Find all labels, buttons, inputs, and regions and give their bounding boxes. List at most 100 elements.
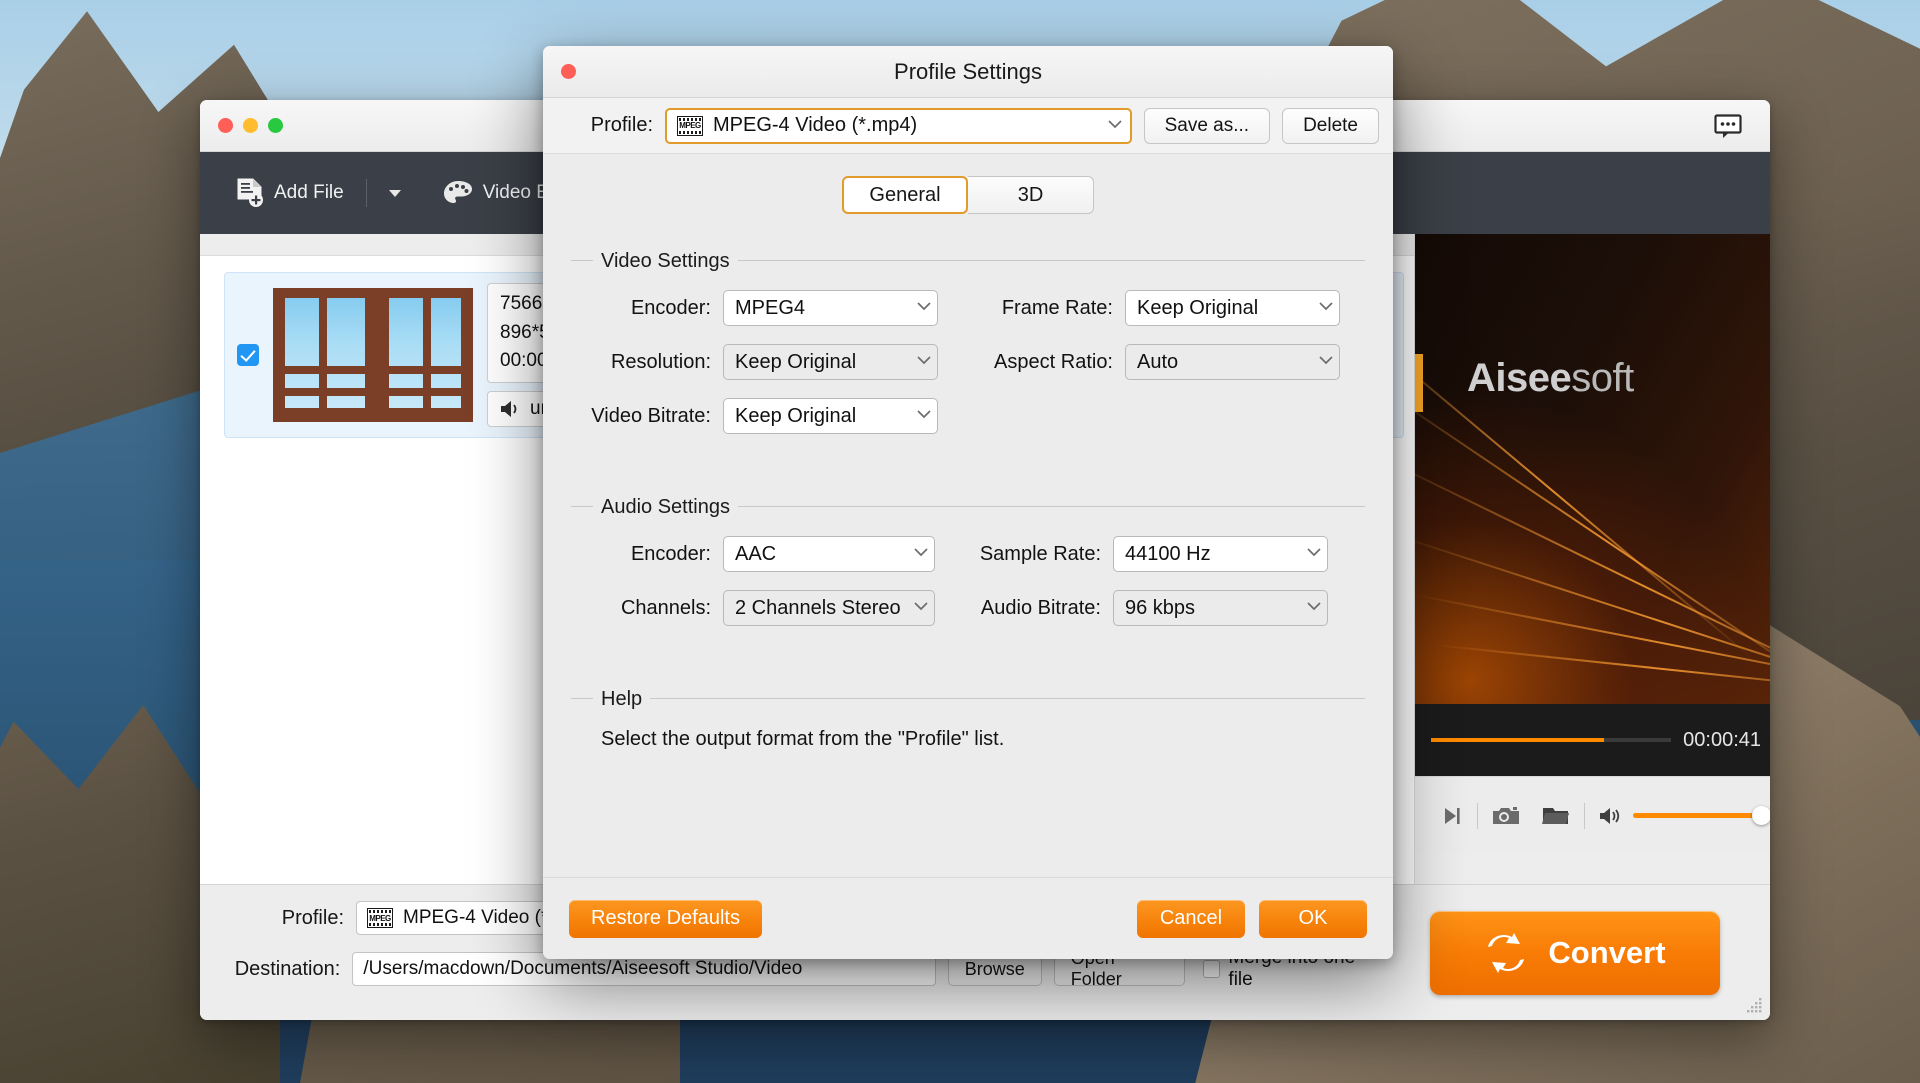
chevron-down-icon <box>1307 602 1321 614</box>
add-file-button[interactable]: Add File <box>224 172 356 214</box>
chevron-down-icon <box>1307 548 1321 560</box>
desktop-wallpaper: Add File Video Enhance <box>0 0 1920 1083</box>
help-text: Select the output format from the "Profi… <box>601 728 1005 750</box>
resolution-value: Keep Original <box>735 350 857 373</box>
tab-general[interactable]: General <box>842 176 968 214</box>
audio-encoder-select[interactable]: AAC <box>723 536 935 572</box>
merge-checkbox[interactable] <box>1202 960 1221 978</box>
palette-icon <box>443 180 473 206</box>
ok-button[interactable]: OK <box>1259 899 1367 938</box>
restore-defaults-button[interactable]: Restore Defaults <box>569 899 762 938</box>
tab-3d-label: 3D <box>1017 183 1044 206</box>
resolution-select[interactable]: Keep Original <box>723 344 938 380</box>
traffic-lights[interactable] <box>218 118 283 133</box>
help-legend: Help <box>593 688 651 711</box>
profile-label-main: Profile: <box>281 906 344 929</box>
close-button[interactable] <box>218 118 233 133</box>
channels-select[interactable]: 2 Channels Stereo <box>723 590 935 626</box>
convert-label: Convert <box>1548 934 1666 970</box>
video-settings-legend: Video Settings <box>593 250 738 273</box>
resolution-label: Resolution: <box>610 350 711 373</box>
audio-encoder-value: AAC <box>735 542 777 565</box>
preview-panel: Aiseesoft 00:00:41 <box>1415 234 1770 884</box>
chevron-down-icon <box>914 548 928 560</box>
profile-label: Profile: <box>590 114 653 136</box>
save-as-label: Save as... <box>1164 114 1250 136</box>
aspect-ratio-label: Aspect Ratio: <box>994 350 1113 373</box>
sample-rate-value: 44100 Hz <box>1125 542 1211 565</box>
add-file-dropdown[interactable] <box>377 184 413 203</box>
field-frame-rate: Frame Rate: Keep Original <box>968 290 1365 326</box>
field-audio-encoder: Encoder: AAC <box>571 536 968 572</box>
volume-slider[interactable] <box>1633 806 1770 825</box>
audio-bitrate-select[interactable]: 96 kbps <box>1113 590 1328 626</box>
delete-label: Delete <box>1303 114 1358 136</box>
seek-slider[interactable] <box>1431 738 1672 742</box>
video-preview[interactable]: Aiseesoft <box>1415 234 1770 704</box>
volume-icon[interactable] <box>1599 806 1625 826</box>
field-aspect-ratio: Aspect Ratio: Auto <box>968 344 1365 380</box>
tab-general-label: General <box>869 183 941 206</box>
minimize-button[interactable] <box>243 118 258 133</box>
destination-value: /Users/macdown/Documents/Aiseesoft Studi… <box>363 958 803 979</box>
folder-icon[interactable] <box>1542 805 1570 827</box>
chevron-down-icon <box>917 302 931 314</box>
maximize-button[interactable] <box>268 118 283 133</box>
field-sample-rate: Sample Rate: 44100 Hz <box>968 536 1365 572</box>
cancel-button[interactable]: Cancel <box>1137 899 1245 938</box>
audio-encoder-label: Encoder: <box>630 542 711 565</box>
sample-rate-select[interactable]: 44100 Hz <box>1113 536 1328 572</box>
frame-rate-select[interactable]: Keep Original <box>1125 290 1340 326</box>
transport-divider-2 <box>1584 802 1585 829</box>
profile-value-main: MPEG-4 Video (*. <box>403 907 554 928</box>
file-select-checkbox[interactable] <box>237 343 259 366</box>
add-file-label: Add File <box>274 182 344 203</box>
convert-button[interactable]: Convert <box>1430 910 1720 995</box>
video-encoder-select[interactable]: MPEG4 <box>723 290 938 326</box>
audio-settings-group: Audio Settings Encoder: AAC Sample Rate:… <box>571 496 1365 626</box>
chevron-down-icon <box>917 356 931 368</box>
speech-bubble-icon[interactable] <box>1714 114 1744 140</box>
delete-button[interactable]: Delete <box>1282 107 1379 144</box>
brand-accent-bar <box>1415 354 1423 412</box>
restore-defaults-label: Restore Defaults <box>591 907 740 929</box>
audio-bitrate-label: Audio Bitrate: <box>980 596 1101 619</box>
profile-value: MPEG-4 Video (*.mp4) <box>713 114 918 136</box>
ok-label: OK <box>1298 907 1328 929</box>
video-bitrate-value: Keep Original <box>735 404 857 427</box>
chevron-down-icon <box>1319 356 1333 368</box>
video-thumbnail[interactable] <box>273 287 473 422</box>
video-bitrate-label: Video Bitrate: <box>591 404 711 427</box>
save-as-button[interactable]: Save as... <box>1143 107 1271 144</box>
video-settings-group: Video Settings Encoder: MPEG4 Frame Rate… <box>571 250 1365 434</box>
field-video-encoder: Encoder: MPEG4 <box>571 290 968 326</box>
document-add-icon <box>236 178 264 208</box>
cancel-label: Cancel <box>1159 907 1223 929</box>
dialog-tabs: General 3D <box>543 176 1393 214</box>
frame-rate-label: Frame Rate: <box>1001 296 1113 319</box>
brand-light-text: soft <box>1571 356 1634 400</box>
profile-dropdown[interactable]: MPEG MPEG-4 Video (*.mp4) <box>665 107 1132 144</box>
audio-bitrate-value: 96 kbps <box>1125 596 1196 619</box>
help-group: Help Select the output format from the "… <box>571 688 1365 751</box>
brand-bold-text: Aisee <box>1467 356 1572 400</box>
mpeg-film-icon: MPEG <box>677 115 703 136</box>
speaker-icon <box>500 400 522 418</box>
frame-rate-value: Keep Original <box>1137 296 1259 319</box>
dialog-title: Profile Settings <box>894 58 1042 84</box>
browse-label: Browse <box>964 958 1025 979</box>
snapshot-icon[interactable] <box>1492 805 1520 827</box>
tab-3d[interactable]: 3D <box>968 176 1094 214</box>
resize-grip[interactable] <box>1746 996 1764 1014</box>
convert-arrows-icon <box>1484 932 1528 973</box>
aspect-ratio-select[interactable]: Auto <box>1125 344 1340 380</box>
field-video-bitrate: Video Bitrate: Keep Original <box>571 398 968 434</box>
aiseesoft-logo: Aiseesoft <box>1467 356 1634 401</box>
video-bitrate-select[interactable]: Keep Original <box>723 398 938 434</box>
channels-label: Channels: <box>620 596 711 619</box>
chevron-down-icon <box>917 410 931 422</box>
dialog-body: General 3D Video Settings Encoder: MPEG4 <box>543 154 1393 877</box>
dialog-footer: Restore Defaults Cancel OK <box>543 877 1393 959</box>
next-frame-icon[interactable] <box>1441 805 1463 827</box>
toolbar-divider <box>365 179 367 207</box>
